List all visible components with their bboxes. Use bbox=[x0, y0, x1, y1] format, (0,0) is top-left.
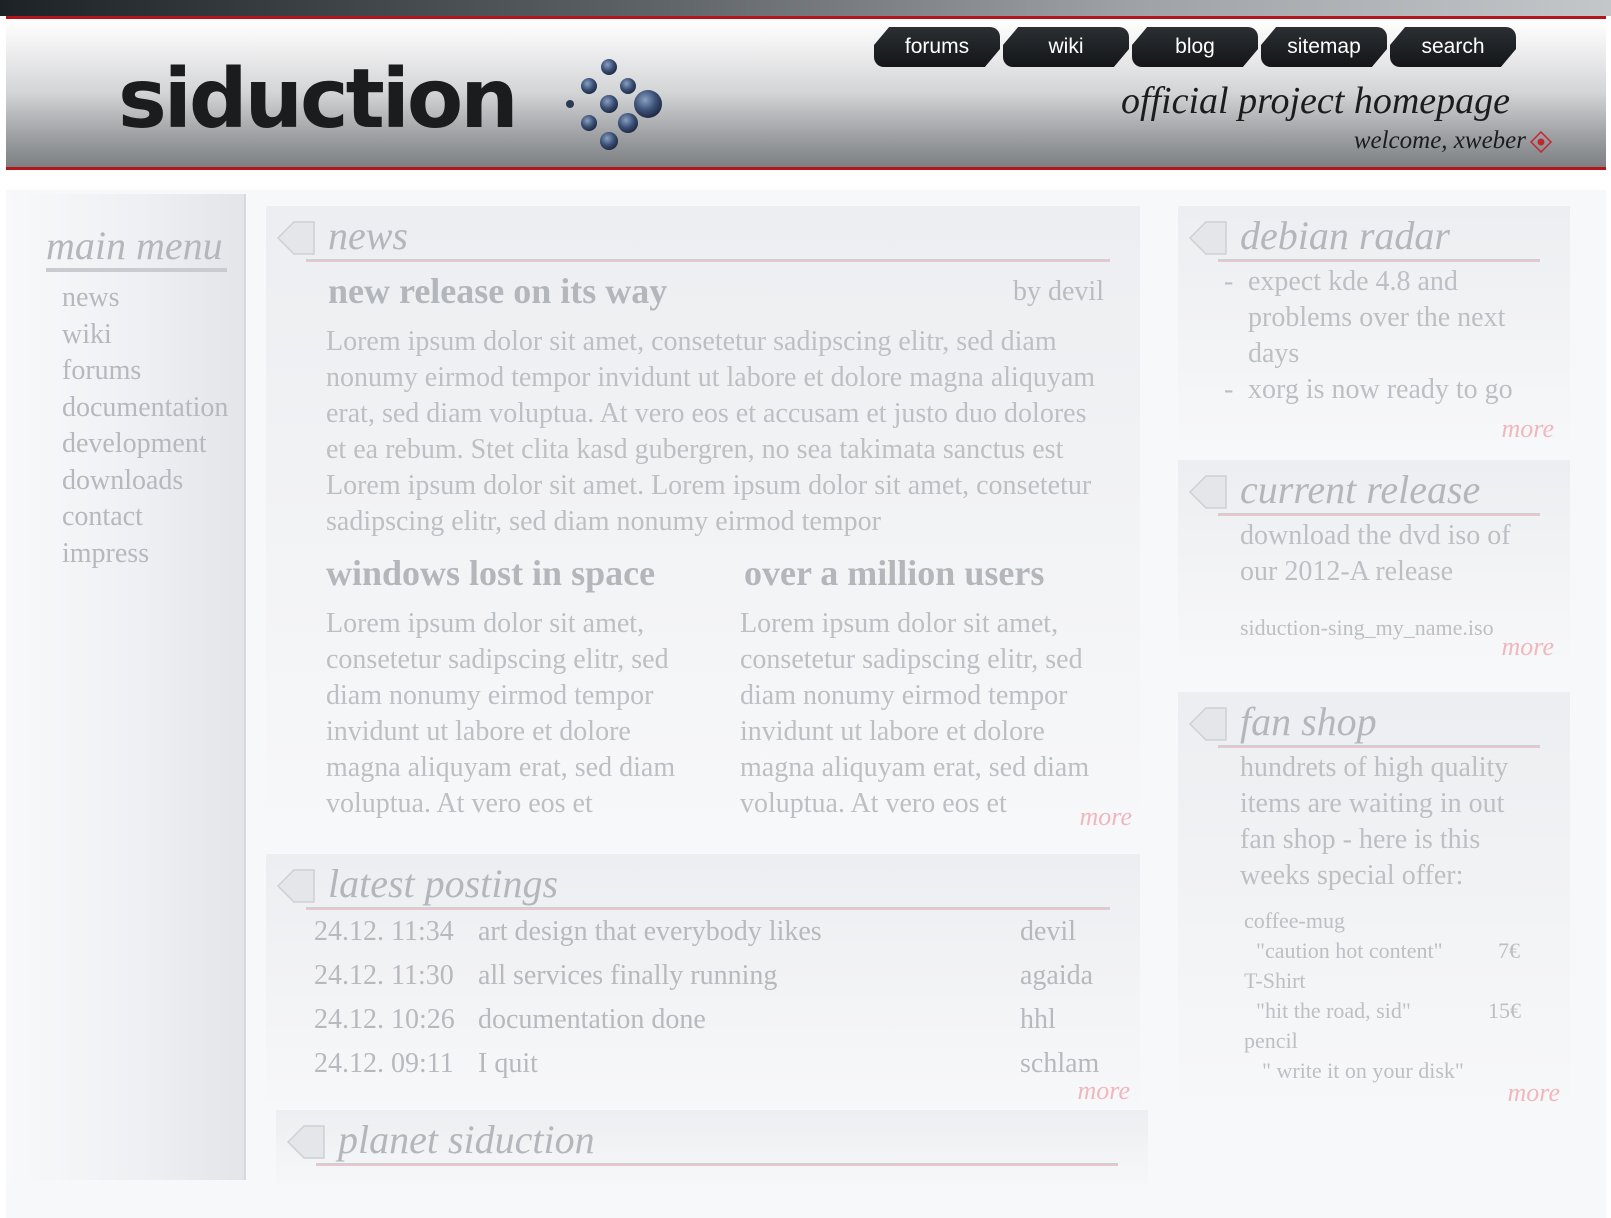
release-more-link[interactable]: more bbox=[1502, 632, 1554, 662]
sidebar: main menu news wiki forums documentation… bbox=[6, 194, 246, 1180]
posting-subject[interactable]: art design that everybody likes bbox=[478, 916, 822, 948]
radar-list: expect kde 4.8 and problems over the nex… bbox=[1218, 264, 1538, 408]
posting-time: 24.12. 10:26 bbox=[314, 1004, 455, 1035]
section-underline bbox=[1218, 745, 1540, 748]
nav-blog[interactable]: blog bbox=[1132, 27, 1258, 67]
latest-postings-section: latest postings 24.12. 11:34 art design … bbox=[266, 854, 1140, 1116]
posting-author[interactable]: devil bbox=[1020, 916, 1076, 948]
shop-item-detail: " write it on your disk" bbox=[1262, 1058, 1464, 1083]
posting-subject[interactable]: all services finally running bbox=[478, 960, 777, 992]
site-logo[interactable]: siduction bbox=[118, 59, 519, 141]
article-body-windows-lost: Lorem ipsum dolor sit amet, consetetur s… bbox=[326, 608, 676, 819]
shop-item-price: 7€ bbox=[1498, 938, 1520, 963]
section-underline bbox=[1218, 513, 1540, 516]
menu-item-downloads[interactable]: downloads bbox=[62, 463, 228, 500]
main-menu-title: main menu bbox=[46, 224, 227, 272]
posting-author[interactable]: hhl bbox=[1020, 1004, 1056, 1036]
posting-time: 24.12. 09:11 bbox=[314, 1048, 454, 1079]
shop-item-name[interactable]: T-Shirt bbox=[1244, 968, 1306, 994]
tab-corner-icon bbox=[1188, 221, 1227, 255]
welcome-user-text: welcome, xweber bbox=[1353, 127, 1526, 154]
nav-search[interactable]: search bbox=[1390, 27, 1516, 67]
radar-section-header: debian radar bbox=[1188, 214, 1540, 262]
posting-time: 24.12. 11:34 bbox=[314, 916, 454, 947]
radar-more-link[interactable]: more bbox=[1502, 414, 1554, 444]
news-section: news new release on its way by devil Lor… bbox=[266, 206, 1140, 844]
shop-item-name[interactable]: pencil bbox=[1244, 1028, 1298, 1054]
top-navigation: forums wiki blog sitemap search bbox=[874, 27, 1519, 67]
postings-more-link[interactable]: more bbox=[1078, 1076, 1130, 1106]
posting-author[interactable]: agaida bbox=[1020, 960, 1093, 992]
shop-item-name[interactable]: coffee-mug bbox=[1244, 908, 1345, 934]
posting-row[interactable]: 24.12. 09:11 I quit schlam bbox=[314, 1048, 1114, 1088]
nav-forums[interactable]: forums bbox=[874, 27, 1000, 67]
posting-time: 24.12. 11:30 bbox=[314, 960, 454, 991]
nav-wiki[interactable]: wiki bbox=[1003, 27, 1129, 67]
lead-article-body: Lorem ipsum dolor sit amet, consetetur s… bbox=[326, 326, 1096, 537]
logout-icon[interactable] bbox=[1530, 131, 1552, 153]
news-more-link[interactable]: more bbox=[1080, 802, 1132, 832]
posting-row[interactable]: 24.12. 11:30 all services finally runnin… bbox=[314, 960, 1114, 1000]
article-body-million-users: Lorem ipsum dolor sit amet, consetetur s… bbox=[740, 608, 1090, 819]
radar-item[interactable]: xorg is now ready to go bbox=[1218, 372, 1538, 408]
debian-radar-section: debian radar expect kde 4.8 and problems… bbox=[1178, 206, 1570, 456]
news-section-header: news bbox=[276, 214, 1110, 262]
shop-item-detail: "caution hot content" bbox=[1256, 938, 1443, 963]
menu-item-wiki[interactable]: wiki bbox=[62, 317, 228, 354]
article-title-million-users[interactable]: over a million users bbox=[744, 552, 1044, 594]
fan-shop-section: fan shop hundrets of high quality items … bbox=[1178, 692, 1570, 1122]
shop-section-header: fan shop bbox=[1188, 700, 1540, 748]
tab-corner-icon bbox=[1188, 707, 1227, 741]
release-description: download the dvd iso of our 2012-A relea… bbox=[1240, 520, 1511, 587]
menu-item-impress[interactable]: impress bbox=[62, 536, 228, 573]
radar-section-title: debian radar bbox=[1240, 213, 1450, 258]
main-menu-list: news wiki forums documentation developme… bbox=[62, 280, 228, 572]
release-section-title: current release bbox=[1240, 467, 1481, 512]
article-title-windows-lost[interactable]: windows lost in space bbox=[326, 552, 655, 594]
posting-subject[interactable]: I quit bbox=[478, 1048, 538, 1080]
tab-corner-icon bbox=[276, 869, 315, 903]
section-underline bbox=[1218, 259, 1540, 262]
logo-dots-icon bbox=[566, 59, 662, 150]
menu-item-documentation[interactable]: documentation bbox=[62, 390, 228, 427]
section-underline bbox=[306, 259, 1110, 262]
planet-section-title: planet siduction bbox=[338, 1117, 595, 1162]
postings-section-header: latest postings bbox=[276, 862, 1110, 910]
site-header: siduction forums wiki blog sitemap searc… bbox=[6, 16, 1606, 170]
release-iso-link[interactable]: siduction-sing_my_name.iso bbox=[1240, 610, 1494, 646]
planet-section-header: planet siduction bbox=[286, 1118, 1118, 1166]
shop-item-detail: "hit the road, sid" bbox=[1256, 998, 1411, 1023]
menu-item-contact[interactable]: contact bbox=[62, 499, 228, 536]
shop-description: hundrets of high quality items are waiti… bbox=[1240, 752, 1509, 891]
posting-row[interactable]: 24.12. 11:34 art design that everybody l… bbox=[314, 916, 1114, 956]
radar-item[interactable]: expect kde 4.8 and problems over the nex… bbox=[1218, 264, 1538, 372]
shop-item-price: 15€ bbox=[1488, 998, 1521, 1023]
tab-corner-icon bbox=[286, 1125, 325, 1159]
posting-row[interactable]: 24.12. 10:26 documentation done hhl bbox=[314, 1004, 1114, 1044]
news-section-title: news bbox=[328, 213, 408, 258]
postings-section-title: latest postings bbox=[328, 861, 559, 906]
section-underline bbox=[306, 907, 1110, 910]
section-underline bbox=[316, 1163, 1118, 1166]
planet-section: planet siduction bbox=[276, 1110, 1148, 1190]
site-tagline: official project homepage bbox=[1120, 80, 1510, 122]
tab-corner-icon bbox=[276, 221, 315, 255]
lead-article-author: by devil bbox=[1013, 276, 1104, 307]
menu-item-forums[interactable]: forums bbox=[62, 353, 228, 390]
shop-more-link[interactable]: more bbox=[1508, 1078, 1560, 1108]
release-section-header: current release bbox=[1188, 468, 1540, 516]
nav-sitemap[interactable]: sitemap bbox=[1261, 27, 1387, 67]
tab-corner-icon bbox=[1188, 475, 1227, 509]
shop-section-title: fan shop bbox=[1240, 699, 1377, 744]
posting-subject[interactable]: documentation done bbox=[478, 1004, 706, 1036]
lead-article-title[interactable]: new release on its way bbox=[328, 270, 667, 312]
menu-item-news[interactable]: news bbox=[62, 280, 228, 317]
current-release-section: current release download the dvd iso of … bbox=[1178, 460, 1570, 670]
menu-item-development[interactable]: development bbox=[62, 426, 228, 463]
top-gradient-bar bbox=[0, 0, 1611, 16]
